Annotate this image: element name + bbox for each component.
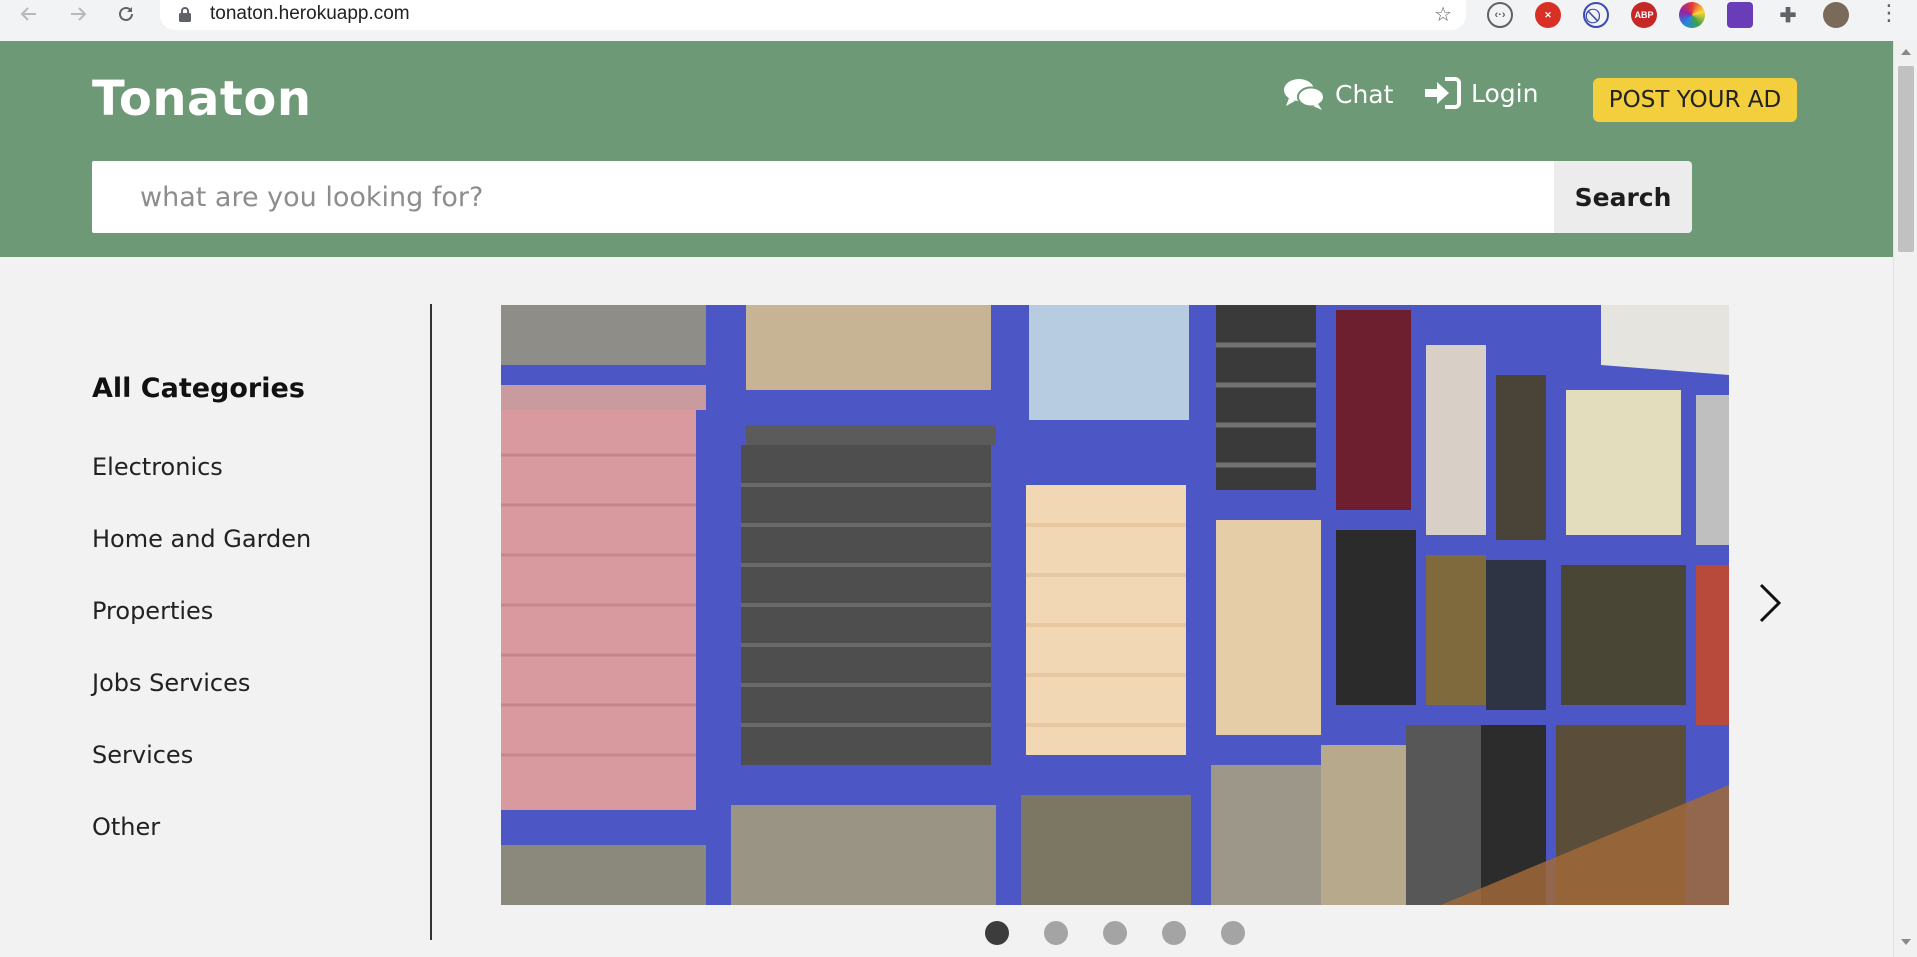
categories-heading: All Categories	[92, 373, 305, 404]
hat-extension-icon[interactable]	[1727, 2, 1753, 28]
back-button[interactable]	[14, 0, 44, 28]
color-wheel-extension-icon[interactable]	[1679, 2, 1705, 28]
no-sign-extension-icon[interactable]: ⃠	[1583, 2, 1609, 28]
carousel-dot-2[interactable]	[1044, 921, 1068, 945]
sign-in-icon	[1425, 77, 1461, 109]
forward-button[interactable]	[63, 0, 93, 28]
chevron-right-icon[interactable]	[1757, 581, 1783, 625]
blinds-showroom-image	[501, 305, 1729, 905]
chat-label: Chat	[1335, 79, 1394, 109]
address-bar[interactable]: tonaton.herokuapp.com ☆	[160, 0, 1466, 30]
search-bar: Search	[92, 161, 1692, 233]
post-your-ad-button[interactable]: POST YOUR AD	[1593, 78, 1797, 122]
page: Tonaton Chat Login POST YOUR AD Search A…	[0, 41, 1893, 957]
carousel-dot-3[interactable]	[1103, 921, 1127, 945]
star-icon[interactable]: ☆	[1434, 2, 1452, 26]
carousel-dot-4[interactable]	[1162, 921, 1186, 945]
login-link[interactable]: Login	[1423, 77, 1538, 109]
scroll-up-arrow-icon[interactable]	[1901, 49, 1911, 55]
category-electronics[interactable]: Electronics	[92, 453, 223, 481]
login-label: Login	[1471, 78, 1539, 108]
browser-toolbar: tonaton.herokuapp.com ☆ ‹·› ✕ ⃠ ABP ✚ ⋮	[0, 0, 1917, 41]
carousel-indicators	[985, 921, 1245, 945]
url-text: tonaton.herokuapp.com	[210, 3, 410, 24]
browser-menu-icon[interactable]: ⋮	[1878, 1, 1900, 27]
category-jobs-services[interactable]: Jobs Services	[92, 669, 250, 697]
page-scrollbar[interactable]	[1893, 41, 1917, 957]
lock-icon	[179, 7, 191, 22]
carousel-dot-5[interactable]	[1221, 921, 1245, 945]
reload-button[interactable]	[111, 0, 141, 28]
sidebar-divider	[430, 304, 432, 940]
chat-icon	[1284, 79, 1325, 110]
site-logo[interactable]: Tonaton	[92, 71, 312, 127]
carousel-slide-image[interactable]	[501, 305, 1729, 905]
puzzle-extensions-icon[interactable]: ✚	[1775, 2, 1801, 28]
forward-arrow-icon	[71, 7, 87, 21]
block-extension-icon[interactable]: ✕	[1535, 2, 1561, 28]
code-extension-icon[interactable]: ‹·›	[1487, 2, 1513, 28]
search-input[interactable]	[92, 161, 1554, 233]
back-arrow-icon	[20, 7, 36, 21]
category-other[interactable]: Other	[92, 813, 160, 841]
search-button[interactable]: Search	[1554, 161, 1692, 233]
category-home-and-garden[interactable]: Home and Garden	[92, 525, 311, 553]
category-properties[interactable]: Properties	[92, 597, 213, 625]
scroll-thumb[interactable]	[1898, 66, 1914, 252]
reload-icon	[119, 6, 133, 21]
profile-avatar[interactable]	[1823, 2, 1849, 28]
scroll-down-arrow-icon[interactable]	[1901, 939, 1911, 945]
chat-link[interactable]: Chat	[1283, 77, 1393, 111]
category-services[interactable]: Services	[92, 741, 193, 769]
adblock-plus-extension-icon[interactable]: ABP	[1631, 2, 1657, 28]
carousel-dot-1[interactable]	[985, 921, 1009, 945]
site-header: Tonaton Chat Login POST YOUR AD Search	[0, 41, 1893, 257]
